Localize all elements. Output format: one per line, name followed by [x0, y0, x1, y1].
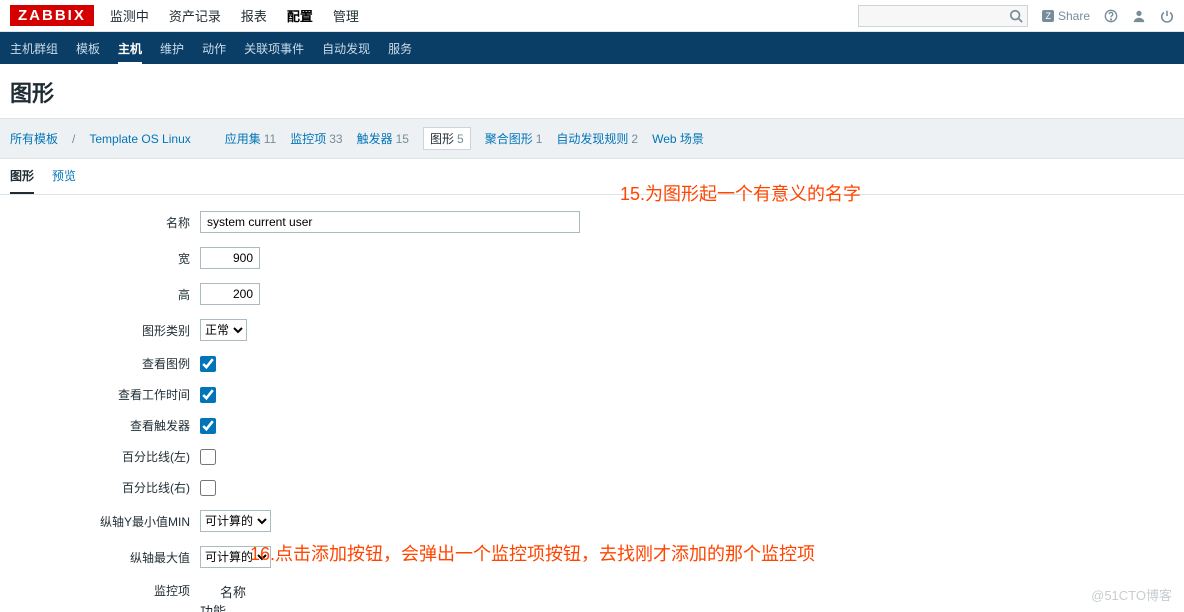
annotation-16: 16.点击添加按钮，会弹出一个监控项按钮，去找刚才添加的那个监控项 [250, 540, 815, 566]
tab-items-count: 33 [329, 132, 342, 146]
form-tab-graph[interactable]: 图形 [10, 159, 34, 194]
triggers-checkbox[interactable] [200, 418, 216, 434]
search-input[interactable] [858, 5, 1028, 27]
th-name: 名称 [220, 582, 440, 601]
name-label: 名称 [10, 214, 200, 231]
share-link[interactable]: Z Share [1042, 9, 1090, 23]
breadcrumb-template[interactable]: Template OS Linux [89, 132, 190, 146]
triggers-label: 查看触发器 [10, 417, 200, 434]
annotation-15: 15.为图形起一个有意义的名字 [620, 180, 861, 206]
watermark: @51CTO博客 [1091, 585, 1172, 604]
subnav-templates[interactable]: 模板 [76, 32, 100, 65]
search-icon [1009, 9, 1023, 23]
percent-right-checkbox[interactable] [200, 480, 216, 496]
breadcrumb-all-templates[interactable]: 所有模板 [10, 130, 58, 147]
ymin-label: 纵轴Y最小值MIN [10, 513, 200, 530]
nav-monitoring[interactable]: 监测中 [110, 0, 149, 31]
logo: ZABBIX [10, 5, 94, 26]
tab-items[interactable]: 监控项 [290, 132, 326, 146]
width-label: 宽 [10, 250, 200, 267]
subnav-discovery[interactable]: 自动发现 [322, 32, 370, 65]
user-icon[interactable] [1132, 9, 1146, 23]
tab-discovery-rules[interactable]: 自动发现规则 [556, 132, 628, 146]
ymax-label: 纵轴最大值 [10, 549, 200, 566]
percent-left-checkbox[interactable] [200, 449, 216, 465]
type-select[interactable]: 正常 [200, 319, 247, 341]
subnav-services[interactable]: 服务 [388, 32, 412, 65]
ymin-select[interactable]: 可计算的 [200, 510, 271, 532]
percent-left-label: 百分比线(左) [10, 448, 200, 465]
subnav-hosts[interactable]: 主机 [118, 32, 142, 65]
th-func: 功能 [200, 601, 320, 612]
tab-discovery-rules-count: 2 [631, 132, 638, 146]
tab-triggers-count: 15 [396, 132, 409, 146]
items-table-header: 名称 功能 绘图风格 纵轴Y侧 颜色 动作 [200, 582, 1174, 612]
worktime-checkbox[interactable] [200, 387, 216, 403]
top-right: Z Share [858, 5, 1174, 27]
items-label: 监控项 [10, 582, 200, 599]
tab-triggers[interactable]: 触发器 [357, 132, 393, 146]
filter-bar: 所有模板 / Template OS Linux 应用集11 监控项33 触发器… [0, 118, 1184, 159]
share-badge-icon: Z [1042, 10, 1054, 22]
tab-web-scenarios[interactable]: Web 场景 [652, 132, 704, 146]
subnav-maintenance[interactable]: 维护 [160, 32, 184, 65]
type-label: 图形类别 [10, 322, 200, 339]
legend-checkbox[interactable] [200, 356, 216, 372]
width-input[interactable] [200, 247, 260, 269]
percent-right-label: 百分比线(右) [10, 479, 200, 496]
help-icon[interactable] [1104, 9, 1118, 23]
tab-screens-count: 1 [536, 132, 543, 146]
top-bar: ZABBIX 监测中 资产记录 报表 配置 管理 Z Share [0, 0, 1184, 32]
nav-inventory[interactable]: 资产记录 [169, 0, 221, 31]
subnav-hostgroups[interactable]: 主机群组 [10, 32, 58, 65]
nav-configuration[interactable]: 配置 [287, 0, 313, 31]
worktime-label: 查看工作时间 [10, 386, 200, 403]
form-tabs: 图形 预览 [0, 159, 1184, 195]
top-nav: 监测中 资产记录 报表 配置 管理 [110, 0, 859, 31]
height-label: 高 [10, 286, 200, 303]
tab-applications[interactable]: 应用集 [225, 132, 261, 146]
subnav-actions[interactable]: 动作 [202, 32, 226, 65]
share-label: Share [1058, 9, 1090, 23]
breadcrumb-separator: / [72, 132, 75, 146]
nav-administration[interactable]: 管理 [333, 0, 359, 31]
tab-graphs[interactable]: 图形5 [423, 127, 471, 150]
page-title: 图形 [0, 64, 1184, 118]
tab-screens[interactable]: 聚合图形 [485, 132, 533, 146]
height-input[interactable] [200, 283, 260, 305]
sub-nav: 主机群组 模板 主机 维护 动作 关联项事件 自动发现 服务 [0, 32, 1184, 64]
power-icon[interactable] [1160, 9, 1174, 23]
legend-label: 查看图例 [10, 355, 200, 372]
form-tab-preview[interactable]: 预览 [52, 159, 76, 194]
tab-applications-count: 11 [264, 132, 276, 146]
nav-reports[interactable]: 报表 [241, 0, 267, 31]
name-input[interactable] [200, 211, 580, 233]
